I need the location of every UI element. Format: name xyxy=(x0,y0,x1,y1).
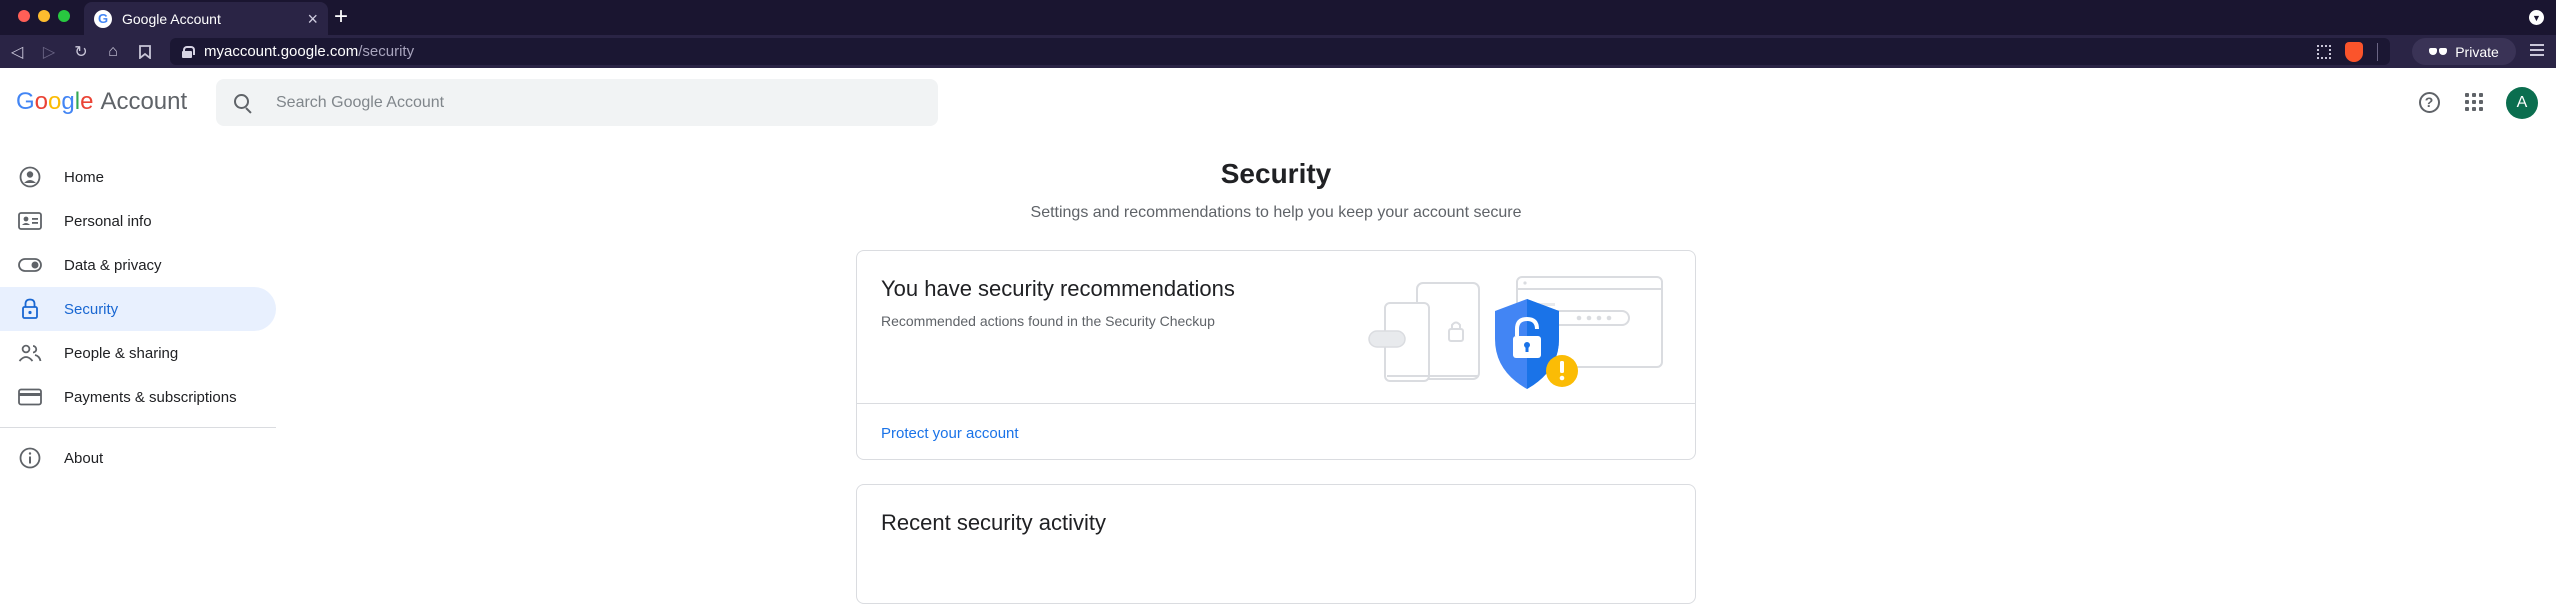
browser-tab[interactable]: G Google Account × xyxy=(84,2,328,35)
sidebar-item-label: About xyxy=(64,449,104,467)
private-label: Private xyxy=(2455,43,2499,60)
forward-arrow-icon[interactable]: ▷ xyxy=(38,41,60,63)
protect-account-link[interactable]: Protect your account xyxy=(881,425,1019,442)
sidebar-item-label: Personal info xyxy=(64,212,152,230)
avatar[interactable]: A xyxy=(2506,87,2538,119)
id-card-icon xyxy=(18,209,42,233)
help-button[interactable]: ? xyxy=(2415,88,2443,116)
sidebar-divider xyxy=(0,427,276,428)
bookmark-icon[interactable] xyxy=(134,41,156,63)
recent-security-activity-card[interactable]: Recent security activity xyxy=(856,484,1696,604)
lock-icon[interactable] xyxy=(182,45,195,58)
tab-list-chevron-icon[interactable]: ▼ xyxy=(2529,10,2544,25)
private-glasses-icon xyxy=(2429,47,2448,56)
tab-title: Google Account xyxy=(122,10,221,27)
reload-icon[interactable]: ↻ xyxy=(70,41,92,63)
page-subtitle: Settings and recommendations to help you… xyxy=(1030,204,1522,221)
sidebar-item-people-sharing[interactable]: People & sharing xyxy=(0,331,276,375)
toggle-icon xyxy=(18,253,42,277)
sidebar-item-label: Data & privacy xyxy=(64,256,162,274)
address-bar-actions xyxy=(2317,42,2378,62)
address-bar[interactable]: myaccount.google.com/security xyxy=(170,38,2390,65)
recommendations-description: Recommended actions found in the Securit… xyxy=(881,313,1215,329)
home-icon[interactable]: ⌂ xyxy=(102,41,124,63)
security-recommendations-card[interactable]: You have security recommendations Recomm… xyxy=(856,250,1696,460)
page-title: Security xyxy=(1220,158,1332,189)
sidebar-item-personal-info[interactable]: Personal info xyxy=(0,199,276,243)
browser-menu-icon[interactable] xyxy=(2530,44,2544,56)
search-icon[interactable] xyxy=(234,93,252,112)
sidebar-item-label: People & sharing xyxy=(64,344,179,362)
qr-code-icon[interactable] xyxy=(2317,45,2331,59)
search-box[interactable] xyxy=(216,79,938,126)
people-icon xyxy=(18,341,42,365)
url-path: /security xyxy=(358,43,415,60)
sidebar-nav: Home Personal info Data & privacy Securi… xyxy=(0,155,276,480)
card-divider xyxy=(857,403,1695,404)
lock-icon xyxy=(18,297,42,321)
google-account-logo[interactable]: Google Account xyxy=(16,88,187,116)
minimize-window-button[interactable] xyxy=(38,10,50,22)
account-header: Google Account ? A xyxy=(0,68,2556,138)
google-favicon-icon: G xyxy=(94,9,112,28)
sidebar-item-label: Home xyxy=(64,168,105,186)
sidebar-item-data-privacy[interactable]: Data & privacy xyxy=(0,243,276,287)
browser-tab-bar: G Google Account × + ▼ xyxy=(0,0,2556,35)
private-window-badge[interactable]: Private xyxy=(2412,38,2516,65)
sidebar-item-label: Security xyxy=(64,300,119,318)
browser-toolbar: ◁ ▷ ↻ ⌂ myaccount.google.com/security Pr… xyxy=(0,35,2556,68)
apps-grid-icon xyxy=(2465,93,2483,111)
new-tab-plus-icon[interactable]: + xyxy=(334,5,348,29)
sidebar-item-home[interactable]: Home xyxy=(0,155,276,199)
recommendations-title: You have security recommendations xyxy=(881,276,1235,301)
credit-card-icon xyxy=(18,385,42,409)
maximize-window-button[interactable] xyxy=(58,10,70,22)
brave-shields-icon[interactable] xyxy=(2345,42,2363,62)
google-apps-button[interactable] xyxy=(2460,88,2488,116)
help-icon: ? xyxy=(2418,91,2440,113)
toolbar-divider xyxy=(2377,43,2378,61)
search-input[interactable] xyxy=(276,93,916,112)
url-host: myaccount.google.com xyxy=(204,43,359,60)
logo-account-text: Account xyxy=(100,88,188,115)
sidebar-item-label: Payments & subscriptions xyxy=(64,388,237,406)
sidebar-item-about[interactable]: About xyxy=(0,436,276,480)
close-window-button[interactable] xyxy=(18,10,30,22)
tab-close-icon[interactable]: × xyxy=(307,10,318,28)
security-shield-illustration xyxy=(1368,276,1663,389)
sidebar-item-security[interactable]: Security xyxy=(0,287,276,331)
sidebar-item-payments[interactable]: Payments & subscriptions xyxy=(0,375,276,419)
home-account-icon xyxy=(18,165,42,189)
info-icon xyxy=(18,446,42,470)
back-arrow-icon[interactable]: ◁ xyxy=(6,41,28,63)
recent-activity-title: Recent security activity xyxy=(881,510,1106,535)
